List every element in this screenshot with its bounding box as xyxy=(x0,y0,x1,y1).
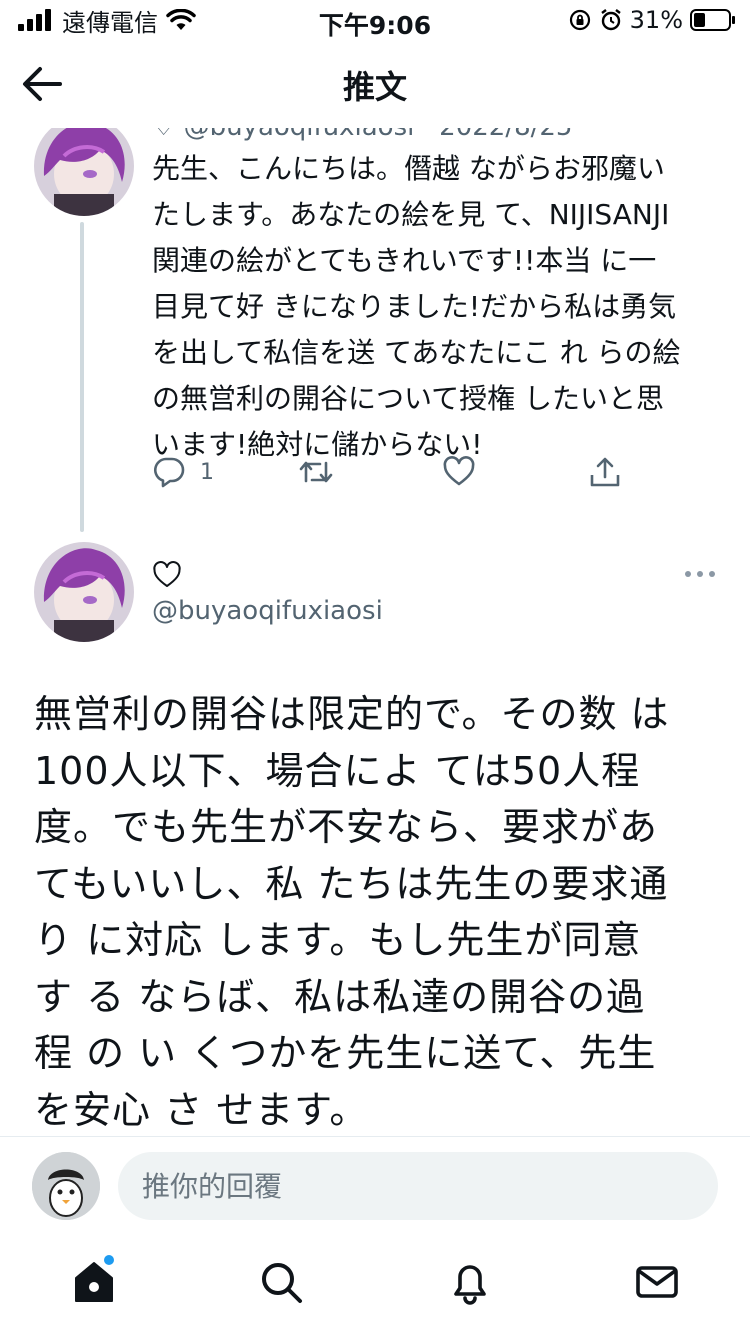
tweet-line: す る ならば、私は私達の開谷の過 xyxy=(34,974,646,1019)
like-button[interactable] xyxy=(442,452,476,492)
home-icon[interactable] xyxy=(70,1258,118,1306)
tweet-actions: 1 xyxy=(152,452,632,492)
tweet-line: の無営利の開谷について授権 したいと思 xyxy=(152,382,665,415)
avatar[interactable] xyxy=(34,116,134,216)
tweet-line: 度。でも先生が不安なら、要求があ xyxy=(34,805,659,849)
top-header: 推文 xyxy=(0,40,750,128)
tweet-line: 100人以下、場合によ ては50人程 xyxy=(34,748,641,793)
tweet-line: 程 の い くつかを先生に送て、先生 xyxy=(34,1031,657,1075)
reply-count: 1 xyxy=(200,459,214,485)
share-button[interactable] xyxy=(588,452,622,492)
page-title: 推文 xyxy=(342,68,407,106)
tweet-line: 関連の絵がとてもきれいです!!本当 に一 xyxy=(152,244,657,277)
alarm-icon xyxy=(600,9,621,31)
heart-icon xyxy=(153,561,181,587)
divider xyxy=(0,1136,750,1137)
search-icon[interactable] xyxy=(257,1258,305,1306)
reply-input[interactable] xyxy=(118,1152,718,1220)
status-bar: 遠傳電信 下午9:06 31% xyxy=(0,0,750,40)
share-icon xyxy=(590,457,620,487)
rotation-lock-icon xyxy=(569,9,590,31)
messages-icon[interactable] xyxy=(633,1258,681,1306)
reply-button[interactable]: 1 xyxy=(152,452,214,492)
my-avatar[interactable] xyxy=(32,1152,100,1220)
tweet-line: を出して私信を送 てあなたにこ れ らの絵 xyxy=(152,336,681,369)
user-handle[interactable]: @buyaoqifuxiaosi xyxy=(152,596,383,626)
unread-indicator xyxy=(104,1255,114,1265)
reply-icon xyxy=(154,457,185,488)
tweet-line: 目見て好 きになりました!だから私は勇気 xyxy=(152,290,677,323)
avatar[interactable] xyxy=(34,542,134,642)
notifications-icon[interactable] xyxy=(446,1258,494,1306)
retweet-icon xyxy=(299,461,333,483)
tweet-line: たします。あなたの絵を見 て、NIJISANJI xyxy=(152,198,670,231)
tweet-line: 無営利の開谷は限定的で。その数 は xyxy=(34,692,670,736)
tweet-line: を安心 さ せます。 xyxy=(34,1087,369,1132)
tweet-line: てもいいし、私 たちは先生の要求通 xyxy=(34,861,669,906)
retweet-button[interactable] xyxy=(298,452,334,492)
status-right: 31% xyxy=(568,6,736,34)
tweet-line: 先生、こんにちは。僭越 ながらお邪魔い xyxy=(152,152,665,185)
thread-line xyxy=(80,222,84,532)
tweet-text: 先生、こんにちは。僭越 ながらお邪魔い たします。あなたの絵を見 て、NIJIS… xyxy=(152,146,732,468)
main-tweet-text: 無営利の開谷は限定的で。その数 は 100人以下、場合によ ては50人程 度。で… xyxy=(34,686,724,1138)
battery-icon xyxy=(690,9,735,31)
tweet-line: り に対応 します。もし先生が同意 xyxy=(34,918,642,962)
battery-percent: 31% xyxy=(629,6,683,34)
heart-icon xyxy=(443,456,475,486)
more-options-icon[interactable] xyxy=(684,564,716,584)
